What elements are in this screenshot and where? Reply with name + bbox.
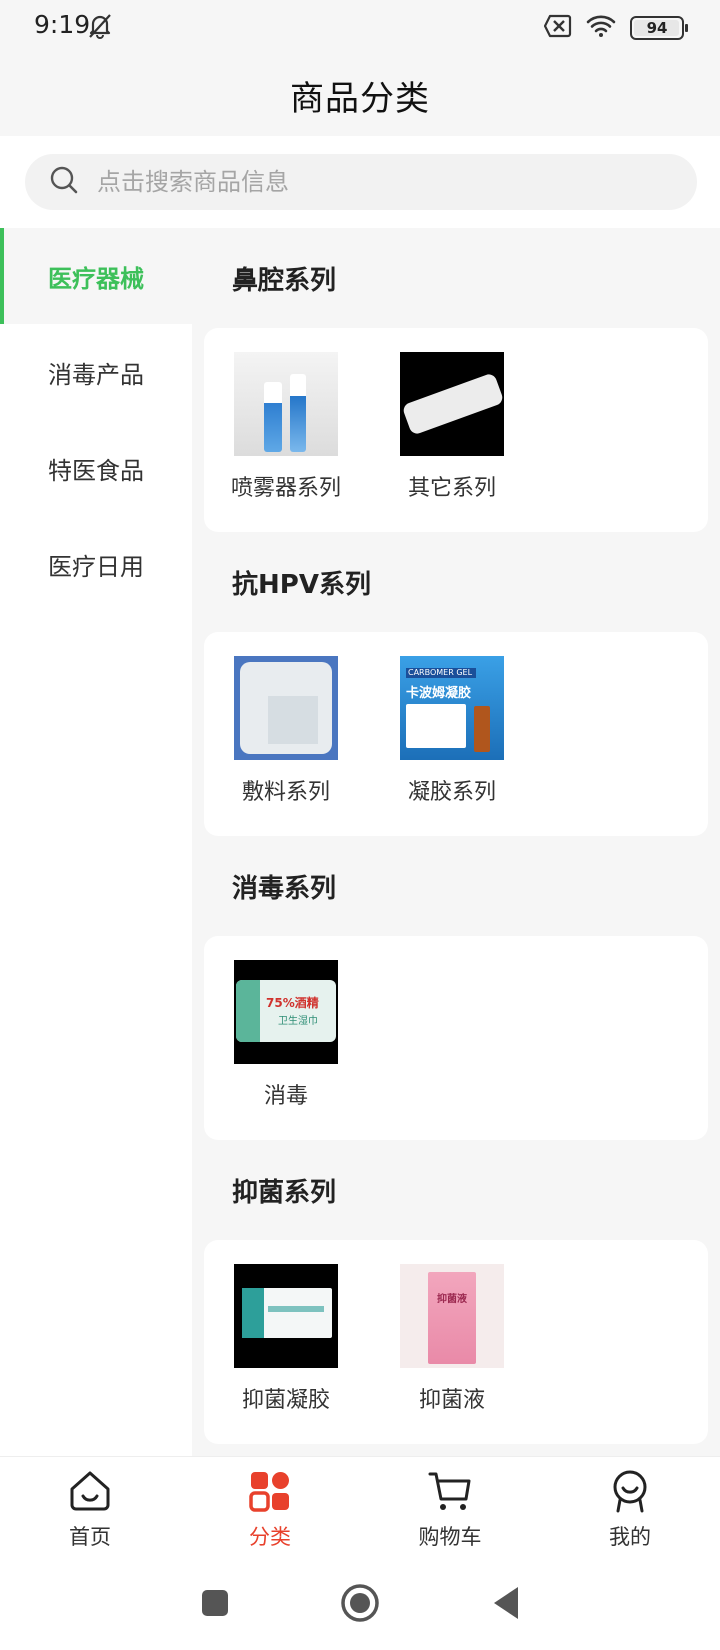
sidebar-item-medical-daily-use[interactable]: 医疗日用 [0,516,192,612]
category-icon [248,1469,292,1517]
category-sidebar: 医疗器械 消毒产品 特医食品 医疗日用 [0,228,192,1456]
search-box[interactable] [25,154,697,210]
product-item[interactable]: 敷料系列 [234,656,338,836]
section-card: 75%酒精 卫生湿巾 消毒 [204,936,708,1140]
sidebar-item-disinfection-products[interactable]: 消毒产品 [0,324,192,420]
sidebar-item-label: 医疗器械 [48,264,144,293]
product-name: 凝胶系列 [407,780,496,805]
section-card: 喷雾器系列 其它系列 [204,328,708,532]
antibac-gel-band [242,1288,264,1338]
sidebar-item-special-medical-food[interactable]: 特医食品 [0,420,192,516]
sidebar-item-label: 医疗日用 [48,552,144,581]
muted-bell-icon [86,12,114,44]
section-card: 敷料系列 CARBOMER GEL 卡波姆凝胶 凝胶系列 [204,632,708,836]
product-image-antibac-gel [234,1264,338,1368]
back-button[interactable] [490,1585,520,1625]
product-item[interactable]: 其它系列 [400,352,504,532]
spray-bottle-left [264,382,282,452]
home-icon [68,1469,112,1517]
page-title: 商品分类 [290,78,430,119]
wipes-pack-band [236,980,260,1042]
nav-item-home[interactable]: 首页 [0,1457,180,1560]
nav-label: 分类 [249,1525,291,1549]
recent-apps-button[interactable] [200,1588,230,1622]
bottom-nav: 首页 分类 购物车 我的 [0,1456,720,1560]
product-image-nasal-spray [234,352,338,456]
sidebar-item-medical-devices[interactable]: 医疗器械 [0,228,192,324]
gel-box-name: 卡波姆凝胶 [406,686,472,701]
white-stick-shape [401,372,504,436]
product-image-antibac-liquid: 抑菌液 [400,1264,504,1368]
section-title: 消毒系列 [232,873,337,904]
product-item[interactable]: 75%酒精 卫生湿巾 消毒 [234,960,338,1140]
battery-indicator: 94 [630,16,688,40]
product-name: 抑菌液 [418,1388,485,1413]
wifi-icon [586,14,616,42]
nav-item-cart[interactable]: 购物车 [360,1457,540,1560]
product-name: 抑菌凝胶 [241,1388,330,1413]
section-title: 抗HPV系列 [232,569,371,600]
product-item[interactable]: CARBOMER GEL 卡波姆凝胶 凝胶系列 [400,656,504,836]
product-image-dressing [234,656,338,760]
sim-off-icon [543,14,572,42]
product-image-disinfect-wipes: 75%酒精 卫生湿巾 [234,960,338,1064]
search-icon [49,165,79,199]
sidebar-item-label: 消毒产品 [48,360,144,389]
section-title: 抑菌系列 [232,1177,337,1208]
spray-bottle-right [290,374,306,452]
nav-label: 首页 [69,1525,111,1549]
product-name: 其它系列 [407,476,496,501]
gel-box-panel [406,704,466,748]
page-header: 商品分类 [0,54,720,136]
nav-item-profile[interactable]: 我的 [540,1457,720,1560]
home-button[interactable] [340,1583,380,1627]
system-nav-bar [0,1560,720,1650]
product-item[interactable]: 抑菌凝胶 [234,1264,338,1444]
nav-item-category[interactable]: 分类 [180,1457,360,1560]
product-item[interactable]: 抑菌液 抑菌液 [400,1264,504,1444]
section-title: 鼻腔系列 [232,265,337,296]
section-card: 抑菌凝胶 抑菌液 抑菌液 [204,1240,708,1444]
antibac-gel-stripe [268,1306,324,1312]
wipes-text-line2: 卫生湿巾 [278,1016,318,1027]
nav-label: 我的 [609,1525,651,1549]
product-name: 消毒 [263,1084,308,1109]
status-time: 9:19 [34,10,91,39]
cart-icon [428,1469,472,1517]
product-name: 敷料系列 [241,780,330,805]
gel-bottle [474,706,490,752]
antibac-liquid-label: 抑菌液 [437,1294,467,1305]
status-bar: 9:19 94 [0,0,720,54]
battery-level: 94 [646,19,668,37]
nav-label: 购物车 [418,1525,482,1549]
dressing-center [268,696,318,744]
profile-icon [608,1469,652,1517]
antibac-liquid-box [428,1272,476,1364]
sidebar-item-label: 特医食品 [48,456,144,485]
product-image-other [400,352,504,456]
product-image-gel: CARBOMER GEL 卡波姆凝胶 [400,656,504,760]
category-content: 鼻腔系列 喷雾器系列 其它系列 抗HPV系列 敷料系列 CARBOMER GEL… [192,228,720,1456]
wipes-text-line1: 75%酒精 [266,996,319,1010]
search-input[interactable] [97,168,657,196]
product-item[interactable]: 喷雾器系列 [231,352,342,532]
product-name: 喷雾器系列 [231,476,342,501]
gel-box-brand: CARBOMER GEL [406,668,476,678]
search-bar-container [0,136,720,228]
